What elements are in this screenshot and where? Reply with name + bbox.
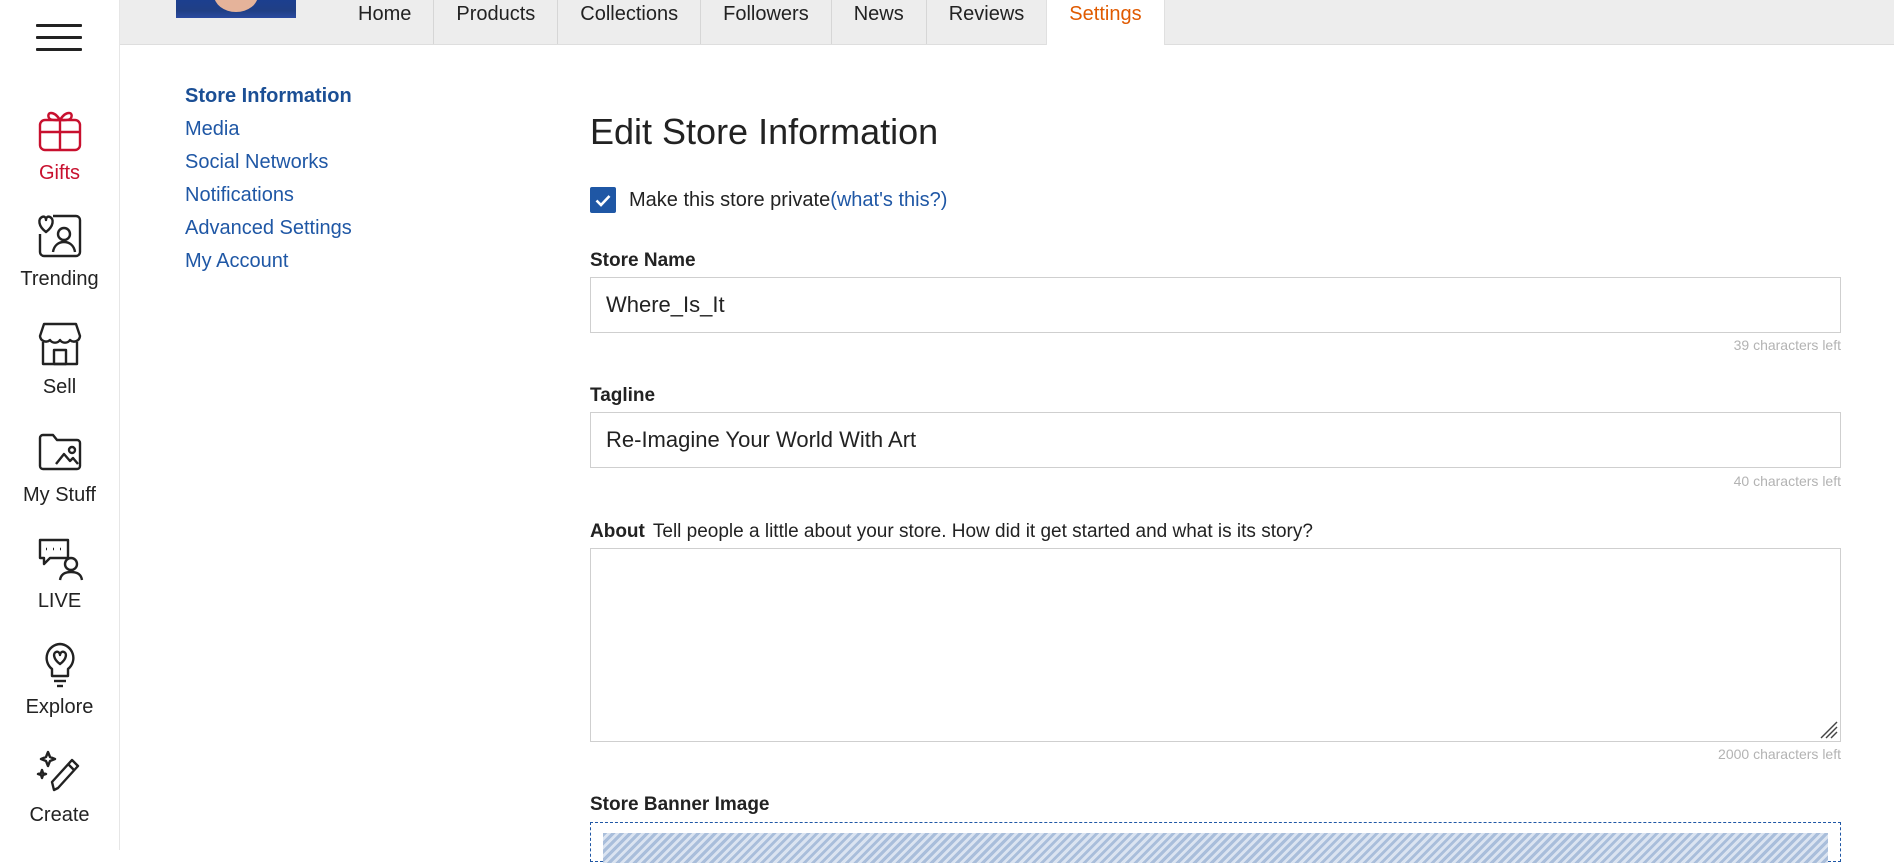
store-tabs: Home Products Collections Followers News… [336, 0, 1165, 45]
about-hint: Tell people a little about your store. H… [652, 521, 1313, 542]
rail-item-live[interactable]: LIVE [0, 534, 119, 613]
tab-products[interactable]: Products [433, 0, 557, 44]
rail-label-explore: Explore [25, 696, 94, 718]
settings-nav-media[interactable]: Media [185, 117, 352, 150]
folder-image-icon [38, 433, 81, 471]
rail-label-gifts: Gifts [38, 162, 81, 184]
rail-label-my-stuff: My Stuff [23, 484, 96, 506]
about-char-count: 2000 characters left [1718, 746, 1841, 762]
store-top-bar: Home Products Collections Followers News… [120, 0, 1894, 45]
about-label-row: About Tell people a little about your sto… [590, 521, 1313, 543]
rail-item-create[interactable]: Create [0, 748, 119, 827]
settings-nav: Store Information Media Social Networks … [185, 84, 352, 282]
edit-store-form: Edit Store Information Make this store p… [590, 110, 1841, 863]
rail-label-trending: Trending [20, 268, 99, 290]
lightbulb-icon [44, 642, 75, 688]
checkmark-icon [595, 194, 611, 207]
rail-label-sell: Sell [42, 376, 77, 398]
live-chat-person-icon [38, 538, 83, 581]
page-title: Edit Store Information [590, 111, 939, 152]
settings-nav-advanced-settings[interactable]: Advanced Settings [185, 216, 352, 249]
gift-icon [38, 111, 81, 152]
rail-item-trending[interactable]: Trending [0, 212, 119, 291]
tab-collections[interactable]: Collections [557, 0, 700, 44]
about-textarea-wrap [590, 548, 1841, 742]
banner-upload-area[interactable] [590, 822, 1841, 863]
banner-placeholder [603, 833, 1828, 863]
rail-item-my-stuff[interactable]: My Stuff [0, 428, 119, 507]
storefront-icon [38, 322, 81, 366]
settings-nav-social-networks[interactable]: Social Networks [185, 150, 352, 183]
store-name-input[interactable] [590, 277, 1841, 333]
private-store-row: Make this store private (what's this?) [590, 186, 947, 214]
rail-item-explore[interactable]: Explore [0, 640, 119, 719]
tagline-input[interactable] [590, 412, 1841, 468]
store-name-label: Store Name [590, 250, 696, 271]
rail-label-live: LIVE [37, 590, 82, 612]
tab-settings[interactable]: Settings [1046, 0, 1165, 45]
store-avatar[interactable] [176, 0, 296, 18]
sparkle-pen-icon [36, 750, 79, 792]
settings-nav-notifications[interactable]: Notifications [185, 183, 352, 216]
hamburger-menu-icon[interactable] [36, 24, 82, 52]
whats-this-link[interactable]: (what's this?) [830, 189, 947, 212]
tab-news[interactable]: News [830, 0, 926, 44]
private-store-label: Make this store private [629, 188, 831, 211]
banner-label: Store Banner Image [590, 794, 770, 815]
about-textarea[interactable] [590, 548, 1841, 742]
settings-nav-my-account[interactable]: My Account [185, 249, 352, 282]
private-store-checkbox[interactable] [590, 187, 616, 213]
rail-item-gifts[interactable]: Gifts [0, 106, 119, 185]
store-name-char-count: 39 characters left [1733, 337, 1841, 353]
left-rail: Gifts Trending Sell My Stuff LIVE Explor… [0, 0, 120, 850]
settings-nav-store-information[interactable]: Store Information [185, 84, 352, 117]
tab-followers[interactable]: Followers [700, 0, 831, 44]
about-label: About [590, 521, 645, 542]
tagline-label: Tagline [590, 385, 656, 406]
trending-profile-icon [37, 214, 81, 258]
tab-reviews[interactable]: Reviews [925, 0, 1047, 44]
rail-item-sell[interactable]: Sell [0, 320, 119, 399]
tab-home[interactable]: Home [336, 0, 433, 44]
rail-label-create: Create [29, 804, 90, 826]
tagline-char-count: 40 characters left [1733, 473, 1841, 489]
resize-grip-icon[interactable] [1817, 718, 1839, 740]
